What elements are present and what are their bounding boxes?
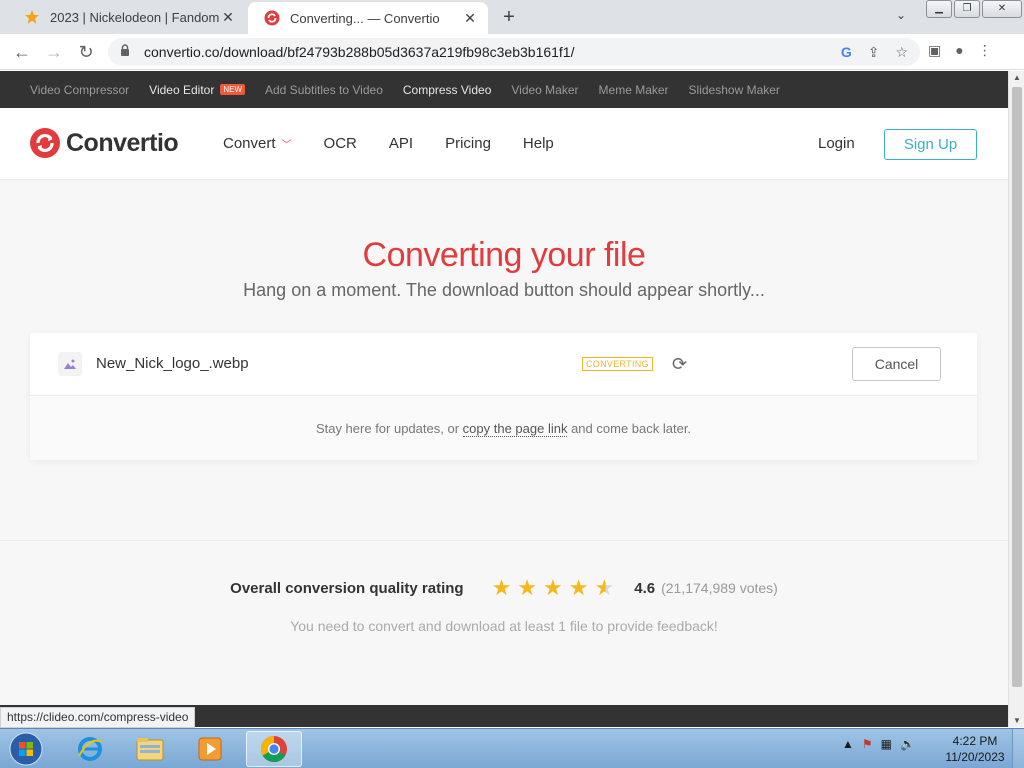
file-footer-note: Stay here for updates, or copy the page …: [30, 397, 977, 460]
rating-votes: (21,174,989 votes): [661, 580, 778, 596]
star-icon[interactable]: ★: [543, 575, 563, 601]
system-tray: ▲ ⚑ ▦ 🔈: [842, 737, 915, 751]
product-nav: Video Compressor Video Editor NEW Add Sub…: [0, 71, 1008, 108]
restore-icon[interactable]: ❐: [954, 0, 980, 18]
tab-fandom[interactable]: 2023 | Nickelodeon | Fandom ✕: [8, 0, 246, 34]
window-close-icon[interactable]: ✕: [982, 0, 1022, 18]
nav-slideshow-maker[interactable]: Slideshow Maker: [689, 83, 780, 97]
section-divider: [0, 540, 1008, 541]
scroll-thumb[interactable]: [1012, 87, 1022, 687]
new-tab-icon[interactable]: +: [498, 6, 520, 29]
fandom-icon: [24, 9, 40, 25]
google-icon[interactable]: G: [841, 44, 852, 61]
nav-ocr[interactable]: OCR: [324, 135, 357, 152]
login-link[interactable]: Login: [818, 135, 855, 152]
note-text: and come back later.: [571, 421, 692, 436]
feedback-note: You need to convert and download at leas…: [290, 618, 718, 634]
note-text: Stay here for updates, or: [315, 421, 460, 436]
signup-button[interactable]: Sign Up: [884, 129, 977, 160]
back-icon[interactable]: ←: [10, 40, 34, 64]
internet-explorer-icon[interactable]: [62, 731, 118, 767]
tab-search-icon[interactable]: ⌄: [896, 8, 906, 22]
scroll-down-icon[interactable]: ▼: [1009, 716, 1024, 725]
nav-convert[interactable]: Convert ﹀: [223, 135, 292, 152]
network-icon[interactable]: ▦: [881, 737, 892, 751]
profile-icon[interactable]: ●: [955, 42, 963, 59]
rating-stars: ★ ★ ★ ★ ★: [492, 575, 615, 601]
browser-tab-strip: 2023 | Nickelodeon | Fandom ✕ Converting…: [0, 0, 1024, 34]
start-button[interactable]: [2, 731, 50, 767]
chrome-icon[interactable]: [246, 731, 302, 767]
nav-add-subtitles[interactable]: Add Subtitles to Video: [265, 83, 383, 97]
file-row: New_Nick_logo_.webp CONVERTING ⟳ Cancel: [30, 333, 977, 396]
convertio-logo-icon: [30, 128, 60, 158]
tab-title: 2023 | Nickelodeon | Fandom: [50, 9, 220, 25]
page-subtitle: Hang on a moment. The download button sh…: [243, 280, 765, 300]
status-badge: CONVERTING: [582, 357, 653, 371]
windows-logo-icon: [9, 732, 43, 766]
star-icon[interactable]: ★: [492, 575, 512, 601]
nav-label: Video Editor: [149, 82, 215, 97]
volume-muted-icon[interactable]: 🔈: [900, 737, 915, 751]
os-taskbar: ▲ ⚑ ▦ 🔈 4:22 PM 11/20/2023: [0, 728, 1024, 768]
tab-convertio[interactable]: Converting... — Convertio ✕: [248, 2, 488, 34]
file-explorer-icon[interactable]: [122, 731, 178, 767]
nav-compress-video[interactable]: Compress Video: [403, 83, 492, 97]
rating-score: 4.6: [634, 579, 656, 597]
clock-time: 4:22 PM: [952, 734, 998, 748]
scroll-up-icon[interactable]: ▲: [1009, 73, 1024, 82]
menu-dots-icon[interactable]: ⋮: [978, 42, 992, 59]
cancel-button[interactable]: Cancel: [852, 347, 941, 381]
main-content: Converting your file Hang on a moment. T…: [0, 180, 1008, 705]
nav-api[interactable]: API: [389, 135, 413, 152]
nav-video-maker[interactable]: Video Maker: [511, 83, 578, 97]
side-panel-icon[interactable]: ▣: [928, 42, 941, 59]
star-icon[interactable]: ★: [517, 575, 537, 601]
main-nav: Convert ﹀ OCR API Pricing Help: [223, 135, 554, 152]
tab-title: Converting... — Convertio: [290, 10, 440, 26]
clock-date: 11/20/2023: [945, 750, 1005, 764]
converting-spinner-icon: ⟳: [672, 354, 688, 374]
close-icon[interactable]: ✕: [220, 9, 236, 26]
new-badge: NEW: [220, 84, 245, 95]
minimize-icon[interactable]: ▁: [926, 0, 952, 18]
nav-video-editor[interactable]: Video Editor NEW: [149, 83, 245, 97]
convertio-icon: [264, 10, 280, 26]
nav-help[interactable]: Help: [523, 135, 554, 152]
image-file-icon: [58, 352, 82, 376]
half-star-icon[interactable]: ★: [595, 575, 615, 601]
reload-icon[interactable]: ↻: [74, 40, 98, 64]
window-controls: ▁ ❐ ✕: [926, 0, 1024, 20]
status-bar-url: https://clideo.com/compress-video: [0, 707, 196, 728]
url-text[interactable]: convertio.co/download/bf24793b288b05d363…: [144, 44, 841, 60]
file-name: New_Nick_logo_.webp: [96, 355, 249, 372]
page-title: Converting your file: [362, 236, 646, 274]
chevron-down-icon: ﹀: [281, 140, 292, 151]
forward-icon[interactable]: →: [42, 40, 66, 64]
file-card: New_Nick_logo_.webp CONVERTING ⟳ Cancel …: [30, 333, 977, 460]
taskbar-clock[interactable]: 4:22 PM 11/20/2023: [942, 733, 1008, 765]
nav-video-compressor[interactable]: Video Compressor: [30, 83, 129, 97]
media-player-icon[interactable]: [182, 731, 238, 767]
tray-expand-icon[interactable]: ▲: [842, 737, 854, 751]
convertio-logo[interactable]: Convertio: [30, 128, 179, 158]
star-icon[interactable]: ★: [569, 575, 589, 601]
close-icon[interactable]: ✕: [462, 10, 478, 27]
site-header: Convertio Convert ﹀ OCR API Pricing Help …: [0, 108, 1008, 180]
rating-label: Overall conversion quality rating: [230, 579, 464, 597]
page-scrollbar[interactable]: ▲ ▼: [1008, 71, 1024, 727]
nav-label: Convert: [223, 135, 276, 152]
bookmark-star-icon[interactable]: ☆: [895, 44, 908, 61]
nav-meme-maker[interactable]: Meme Maker: [599, 83, 669, 97]
nav-pricing[interactable]: Pricing: [445, 135, 491, 152]
brand-wordmark: Convertio: [66, 128, 179, 157]
share-icon[interactable]: ⇪: [868, 44, 880, 61]
action-center-icon[interactable]: ⚑: [862, 737, 873, 751]
browser-toolbar: ← → ↻ convertio.co/download/bf24793b288b…: [0, 34, 1024, 70]
address-bar[interactable]: convertio.co/download/bf24793b288b05d363…: [108, 38, 920, 66]
lock-icon: [120, 43, 132, 61]
copy-link[interactable]: copy the page link: [462, 421, 568, 437]
show-desktop-button[interactable]: [1012, 729, 1024, 768]
rating-row: Overall conversion quality rating ★ ★ ★ …: [0, 575, 1008, 601]
